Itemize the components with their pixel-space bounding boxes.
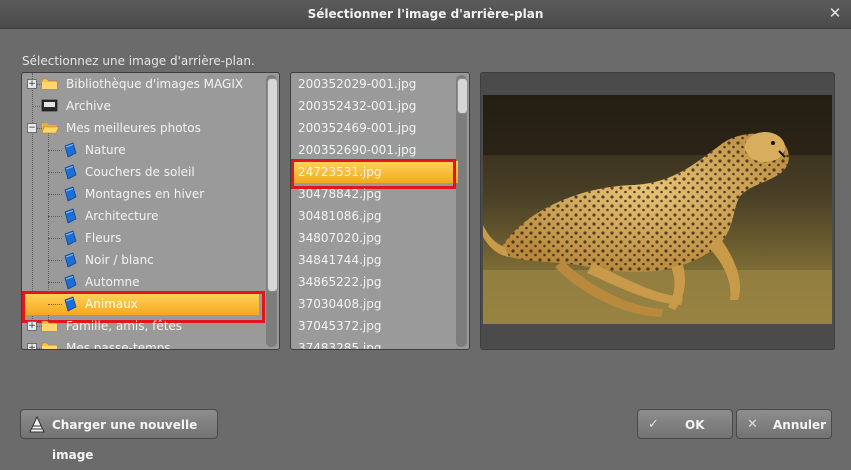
file-list-item[interactable]: 37045372.jpg	[291, 315, 458, 337]
expand-icon[interactable]: +	[27, 343, 37, 349]
tree-item-label: Nature	[85, 143, 126, 157]
tree-item-label: Famille, amis, fêtes	[66, 319, 183, 333]
file-list-item[interactable]: 30481086.jpg	[291, 205, 458, 227]
file-list-item[interactable]: 37030408.jpg	[291, 293, 458, 315]
tree-scrollbar[interactable]	[266, 75, 278, 347]
load-new-image-label: Charger une nouvelle image	[52, 418, 198, 462]
file-list-item[interactable]: 24723531.jpg	[291, 161, 458, 183]
tree-connector	[48, 238, 62, 239]
tree-item-label: Fleurs	[85, 231, 122, 245]
ok-button[interactable]: ✓ OK	[637, 409, 733, 439]
collapse-icon[interactable]: −	[27, 123, 37, 133]
tree-item-mes-passe-temps[interactable]: + Mes passe-temps	[22, 337, 262, 350]
tree-item-fleurs[interactable]: Fleurs	[22, 227, 262, 249]
folder-tree[interactable]: + Bibliothèque d'images MAGIX Archive − Mes …	[21, 72, 280, 350]
tree-connector	[48, 194, 62, 195]
file-list-item[interactable]: 200352469-001.jpg	[291, 117, 458, 139]
tree-item-label: Archive	[66, 99, 111, 113]
tree-scroll-thumb[interactable]	[267, 78, 278, 292]
file-list[interactable]: 200352029-001.jpg 200352432-001.jpg 200352…	[290, 72, 470, 350]
dialog-titlebar: Sélectionner l'image d'arrière-plan ✕	[0, 0, 851, 29]
file-list-item[interactable]: 200352690-001.jpg	[291, 139, 458, 161]
tree-item-biblioth-que-d-images-magix[interactable]: + Bibliothèque d'images MAGIX	[22, 73, 262, 95]
tree-item-label: Mes meilleures photos	[66, 121, 201, 135]
load-new-image-button[interactable]: Charger une nouvelle image	[20, 409, 218, 462]
tree-connector	[48, 260, 62, 261]
cheetah-photo	[483, 95, 832, 324]
tree-item-animaux[interactable]: Animaux	[22, 293, 259, 315]
tree-connector	[48, 150, 62, 151]
tree-item-automne[interactable]: Automne	[22, 271, 262, 293]
pyramid-icon	[29, 416, 45, 433]
cancel-button[interactable]: ✕ Annuler	[736, 409, 832, 439]
tree-item-famille-amis-f-tes[interactable]: + Famille, amis, fêtes	[22, 315, 262, 337]
tree-item-label: Automne	[85, 275, 140, 289]
tree-connector	[48, 282, 62, 283]
tree-item-nature[interactable]: Nature	[22, 139, 262, 161]
tree-item-label: Animaux	[85, 297, 138, 311]
file-list-item[interactable]: 34841744.jpg	[291, 249, 458, 271]
tree-item-label: Mes passe-temps	[66, 341, 171, 350]
image-preview	[480, 72, 835, 350]
checkmark-icon: ✓	[648, 417, 659, 432]
tree-item-architecture[interactable]: Architecture	[22, 205, 262, 227]
instruction-text: Sélectionnez une image d'arrière-plan.	[22, 54, 255, 68]
cancel-label: Annuler	[773, 418, 827, 432]
tree-item-archive[interactable]: Archive	[22, 95, 262, 117]
tree-connector	[48, 304, 62, 305]
file-list-item[interactable]: 34807020.jpg	[291, 227, 458, 249]
tree-item-montagnes-en-hiver[interactable]: Montagnes en hiver	[22, 183, 262, 205]
file-list-item[interactable]: 34865222.jpg	[291, 271, 458, 293]
dialog-title: Sélectionner l'image d'arrière-plan	[307, 7, 544, 21]
tree-item-label: Architecture	[85, 209, 159, 223]
tree-item-noir-blanc[interactable]: Noir / blanc	[22, 249, 262, 271]
expand-icon[interactable]: +	[27, 321, 37, 331]
tree-item-label: Montagnes en hiver	[85, 187, 205, 201]
tree-item-label: Noir / blanc	[85, 253, 154, 267]
tree-connector	[48, 216, 62, 217]
tree-item-couchers-de-soleil[interactable]: Couchers de soleil	[22, 161, 262, 183]
expand-icon[interactable]: +	[27, 79, 37, 89]
tree-item-label: Bibliothèque d'images MAGIX	[66, 77, 244, 91]
tree-item-mes-meilleures-photos[interactable]: − Mes meilleures photos	[22, 117, 262, 139]
cancel-x-icon: ✕	[747, 417, 758, 432]
tree-item-label: Couchers de soleil	[85, 165, 195, 179]
file-list-item[interactable]: 30478842.jpg	[291, 183, 458, 205]
close-icon[interactable]: ✕	[827, 5, 843, 21]
folder-icon	[41, 340, 59, 349]
file-list-scroll-thumb[interactable]	[457, 78, 468, 114]
file-list-item[interactable]: 200352432-001.jpg	[291, 95, 458, 117]
tree-connector	[48, 172, 62, 173]
ok-label: OK	[685, 418, 705, 432]
file-list-item[interactable]: 37483285.jpg	[291, 337, 458, 349]
file-list-item[interactable]: 200352029-001.jpg	[291, 73, 458, 95]
